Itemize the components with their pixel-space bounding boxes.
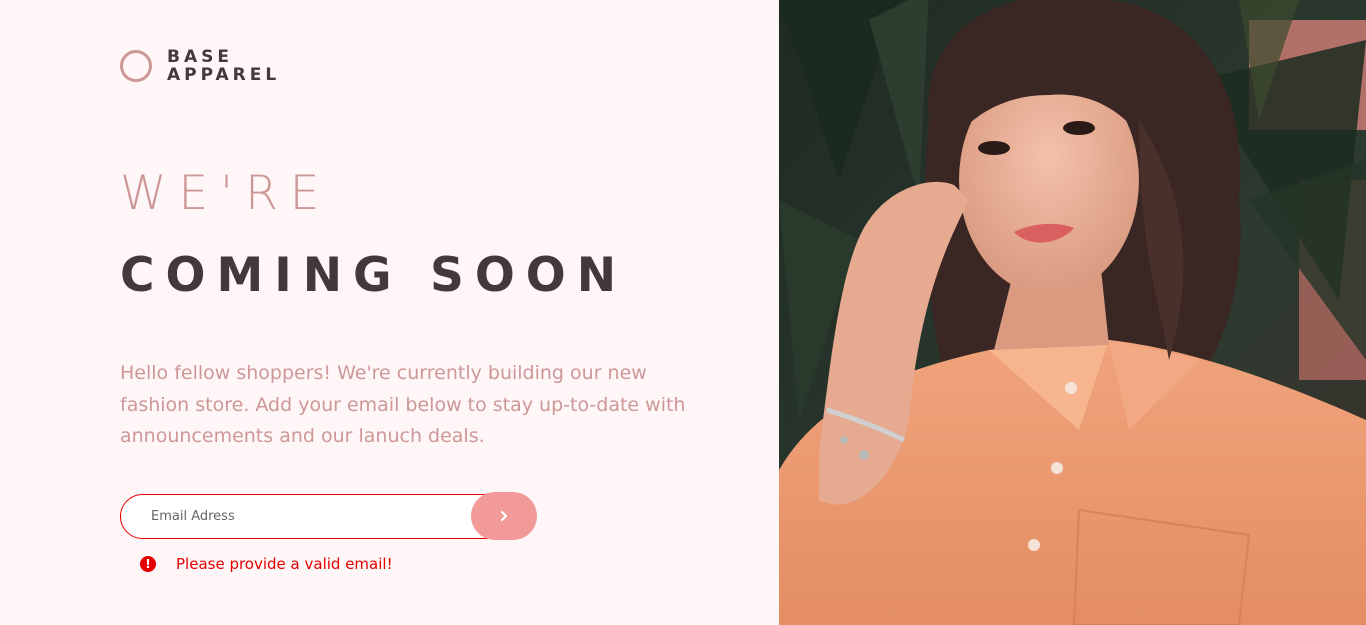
- logo-line-1: BASE: [167, 47, 233, 67]
- hero-photo-illustration: [779, 0, 1366, 625]
- logo-circle-icon: [120, 50, 152, 82]
- chevron-right-icon: [501, 511, 507, 521]
- page-description: Hello fellow shoppers! We're currently b…: [120, 362, 686, 447]
- content-panel: BASE APPAREL WE'RE COMING SOON Hello fel…: [0, 0, 779, 625]
- logo-line-2: APPAREL: [167, 65, 281, 85]
- headline-line-2: COMING SOON: [120, 248, 628, 303]
- email-input[interactable]: [120, 494, 520, 539]
- logo[interactable]: BASE APPAREL: [120, 48, 280, 84]
- email-form: [120, 492, 538, 540]
- hero-image: [779, 0, 1366, 625]
- error-message: ! Please provide a valid email!: [140, 555, 393, 573]
- logo-text: BASE APPAREL: [167, 48, 280, 84]
- headline-line-1: WE'RE: [120, 166, 332, 221]
- exclamation-icon: !: [140, 556, 156, 572]
- submit-button[interactable]: [471, 492, 537, 540]
- error-text: Please provide a valid email!: [176, 555, 393, 573]
